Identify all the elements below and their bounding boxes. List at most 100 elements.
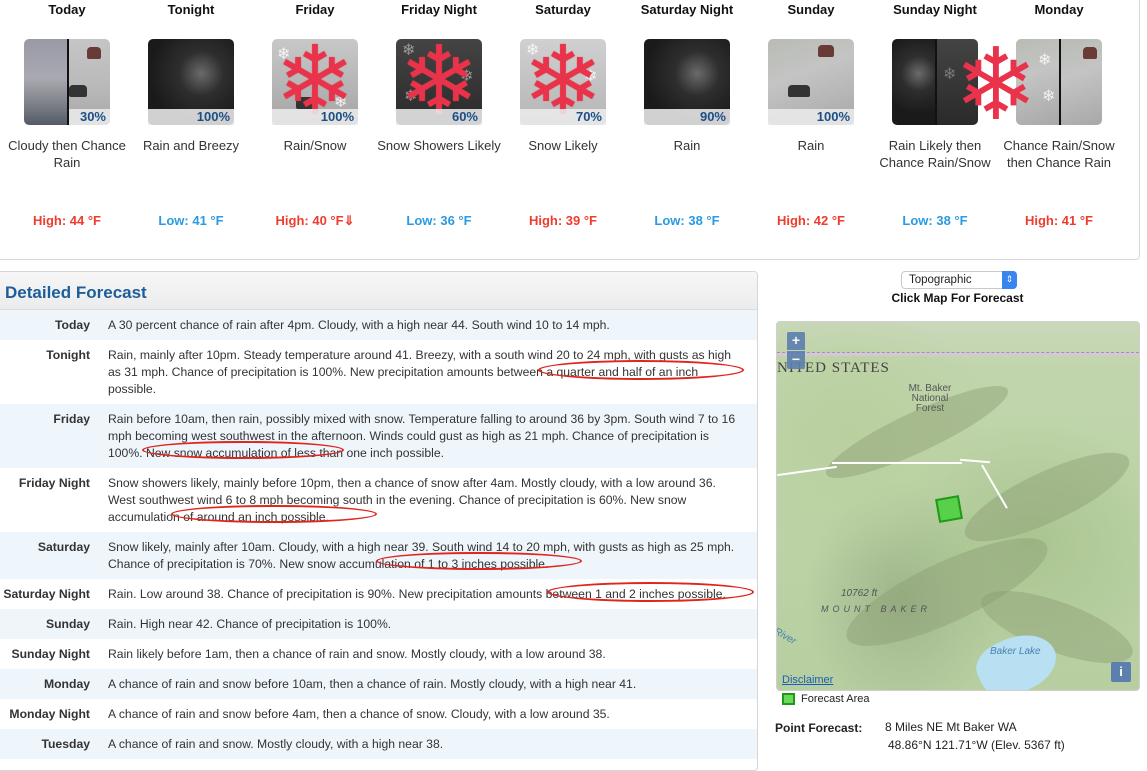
precip-chance: 100% (272, 109, 358, 125)
forecast-row: Saturday Night Rain. Low around 38. Chan… (0, 579, 757, 609)
row-label: Friday (53, 412, 90, 426)
row-text: Rain. High near 42. Chance of precipitat… (108, 617, 392, 631)
row-text: Rain likely before 1am, then a chance of… (108, 647, 606, 661)
temperature: High: 44 °F (32, 213, 102, 228)
snow-night-icon: ❄ ❄ ❄ ❄ 60% (396, 34, 482, 130)
forecast-period-friday-night[interactable]: Friday Night ❄ ❄ ❄ ❄ 60% Snow Showers Like… (377, 1, 501, 228)
precip-chance: 90% (644, 109, 730, 125)
zoom-in-button[interactable]: + (787, 332, 805, 350)
point-forecast-label: Point Forecast: (775, 721, 863, 735)
forecast-period-saturday[interactable]: Saturday ❄ ❄ ❄ 70% Snow Likely High: 39 °… (501, 1, 625, 228)
map-legend: Forecast Area (782, 693, 869, 705)
precip-chance: 60% (396, 109, 482, 125)
forecast-row: Saturday Snow likely, mainly after 10am.… (0, 532, 757, 579)
forecast-row: Tonight Rain, mainly after 10pm. Steady … (0, 340, 757, 404)
detailed-forecast-title: Detailed Forecast (0, 272, 757, 310)
rain-night-icon: 100% (148, 39, 234, 125)
forecast-area-marker[interactable] (935, 495, 963, 523)
forecast-row: Monday Night A chance of rain and snow b… (0, 699, 757, 729)
temperature: Low: 38 °F (902, 213, 968, 228)
click-map-hint: Click Map For Forecast (891, 291, 1024, 305)
forecast-row: Today A 30 percent chance of rain after … (0, 310, 757, 340)
forecast-period-tonight[interactable]: Tonight 100% Rain and Breezy Low: 41 °F (129, 1, 253, 228)
row-label: Sunday Night (11, 647, 90, 661)
row-label: Sunday (45, 617, 90, 631)
temperature: High: 42 °F (776, 213, 846, 228)
period-name: Tonight (167, 2, 215, 17)
seven-day-forecast: Today 30% Cloudy then Chance Rain High: … (0, 0, 1140, 260)
forecast-period-today[interactable]: Today 30% Cloudy then Chance Rain High: … (5, 1, 129, 228)
forecast-period-sunday[interactable]: Sunday 100% Rain High: 42 °F (749, 1, 873, 228)
row-label: Tuesday (41, 737, 90, 751)
select-arrows-icon: ⇕ (1002, 271, 1017, 289)
point-forecast-place: 8 Miles NE Mt Baker WA (885, 720, 1017, 734)
row-label: Monday Night (9, 707, 90, 721)
forecast-row: Sunday Night Rain likely before 1am, the… (0, 639, 757, 669)
forecast-area-swatch-icon (782, 693, 795, 705)
period-name: Sunday (787, 2, 835, 17)
row-label: Tonight (46, 348, 90, 362)
rain-night-icon: 90% (644, 39, 730, 125)
row-text: A chance of rain and snow before 10am, t… (108, 677, 637, 691)
short-forecast: Rain Likely then Chance Rain/Snow (879, 138, 991, 170)
forecast-row: Tuesday A chance of rain and snow. Mostl… (0, 729, 757, 759)
short-forecast: Chance Rain/Snow then Chance Rain (1003, 138, 1115, 170)
snowflake-icon: ❄ (954, 29, 1038, 141)
short-forecast: Snow Likely (528, 138, 598, 153)
forecast-row: Friday Night Snow showers likely, mainly… (0, 468, 757, 532)
row-text: Rain. Low around 38. Chance of precipita… (108, 587, 726, 601)
precip-chance: 100% (148, 109, 234, 125)
forecast-map[interactable]: NITED STATES Mt. Baker National Forest 1… (776, 321, 1140, 691)
map-type-select[interactable]: Topographic ⇕ (901, 271, 1017, 289)
rain-snow-icon: ❄ ❄ ❄ 100% (272, 34, 358, 130)
forest-label: Mt. Baker National Forest (908, 383, 952, 414)
peak-elevation-label: 10762 ft (841, 588, 878, 599)
short-forecast: Cloudy then Chance Rain (8, 138, 126, 170)
short-forecast: Rain/Snow (283, 138, 347, 153)
temperature: Low: 38 °F (654, 213, 720, 228)
precip-chance: 30% (69, 109, 110, 125)
legend-label: Forecast Area (801, 693, 870, 705)
temperature: High: 40 °F⇓ (275, 213, 355, 228)
short-forecast: Rain (797, 138, 825, 153)
lake-label: Baker Lake (990, 646, 1041, 657)
row-text: A chance of rain and snow. Mostly cloudy… (108, 737, 444, 751)
detailed-forecast-panel: Detailed Forecast Today A 30 percent cha… (0, 271, 758, 771)
row-label: Saturday (37, 540, 90, 554)
zoom-out-button[interactable]: − (787, 351, 805, 369)
row-text: A 30 percent chance of rain after 4pm. C… (108, 318, 610, 332)
precip-chance: 70% (520, 109, 606, 125)
temperature: Low: 41 °F (158, 213, 224, 228)
row-label: Today (55, 318, 90, 332)
forecast-row: Sunday Rain. High near 42. Chance of pre… (0, 609, 757, 639)
temperature: Low: 36 °F (406, 213, 472, 228)
row-text: Snow showers likely, mainly before 10pm,… (108, 476, 716, 524)
row-text: Snow likely, mainly after 10am. Cloudy, … (108, 540, 735, 571)
disclaimer-link[interactable]: Disclaimer (782, 674, 833, 686)
cloudy-then-rain-icon: 30% (24, 39, 110, 125)
row-label: Monday (43, 677, 90, 691)
period-name: Saturday Night (640, 2, 734, 17)
snow-icon: ❄ ❄ ❄ 70% (520, 34, 606, 130)
period-name: Today (48, 2, 86, 17)
point-forecast-coords: 48.86°N 121.71°W (Elev. 5367 ft) (888, 738, 1065, 752)
row-label: Friday Night (18, 476, 90, 490)
river-label: River (776, 625, 798, 648)
info-button[interactable]: i (1111, 662, 1131, 682)
row-text: A chance of rain and snow before 4am, th… (108, 707, 610, 721)
short-forecast: Rain (673, 138, 701, 153)
peak-name-label: MOUNT BAKER (821, 604, 932, 614)
forecast-period-saturday-night[interactable]: Saturday Night 90% Rain Low: 38 °F (625, 1, 749, 228)
row-text: Rain before 10am, then rain, possibly mi… (108, 412, 736, 460)
forecast-period-friday[interactable]: Friday ❄ ❄ ❄ 100% Rain/Snow High: 40 °F⇓ (253, 1, 377, 229)
rain-icon: 100% (768, 39, 854, 125)
row-label: Saturday Night (3, 587, 90, 601)
precip-chance: 100% (768, 109, 854, 125)
forecast-row: Monday A chance of rain and snow before … (0, 669, 757, 699)
map-type-value: Topographic (909, 274, 972, 286)
short-forecast: Rain and Breezy (142, 138, 240, 153)
short-forecast: Snow Showers Likely (377, 138, 501, 153)
international-border (777, 352, 1139, 356)
temperature: High: 39 °F (528, 213, 598, 228)
forecast-row: Friday Rain before 10am, then rain, poss… (0, 404, 757, 468)
